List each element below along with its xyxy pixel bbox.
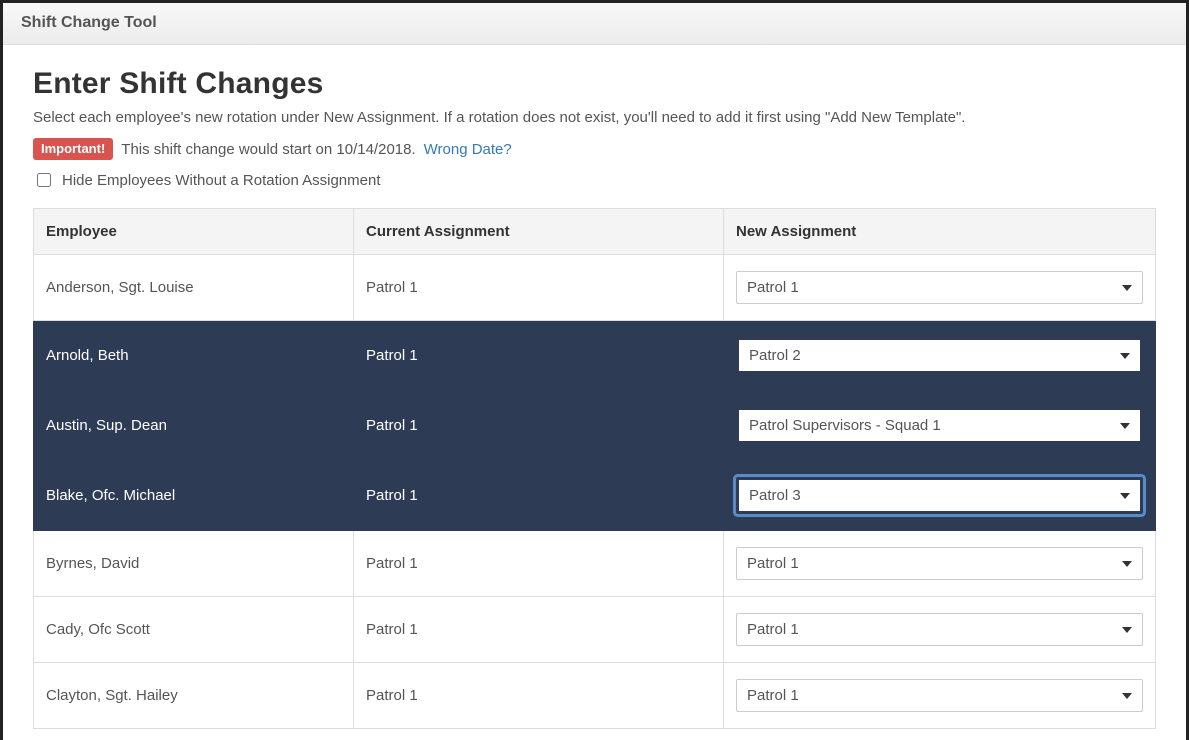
important-row: Important! This shift change would start… <box>33 138 1156 160</box>
new-assignment-select[interactable]: Patrol 1Patrol 2Patrol 3Patrol Superviso… <box>736 679 1143 712</box>
current-assignment-cell: Patrol 1 <box>354 461 724 531</box>
new-assignment-cell: Patrol 1Patrol 2Patrol 3Patrol Superviso… <box>724 531 1156 597</box>
current-assignment-cell: Patrol 1 <box>354 391 724 461</box>
page-content: Enter Shift Changes Select each employee… <box>3 45 1186 729</box>
new-assignment-cell: Patrol 1Patrol 2Patrol 3Patrol Superviso… <box>724 663 1156 729</box>
current-assignment-cell: Patrol 1 <box>354 597 724 663</box>
table-row: Clayton, Sgt. HaileyPatrol 1 Patrol 1Patr… <box>34 663 1156 729</box>
important-badge: Important! <box>33 138 113 160</box>
assignment-table: Employee Current Assignment New Assignme… <box>33 208 1156 729</box>
wrong-date-link[interactable]: Wrong Date? <box>424 141 512 158</box>
col-header-current: Current Assignment <box>354 209 724 255</box>
new-assignment-cell: Patrol 1Patrol 2Patrol 3Patrol Superviso… <box>724 597 1156 663</box>
hide-employees-checkbox[interactable] <box>37 173 51 187</box>
table-row: Anderson, Sgt. LouisePatrol 1 Patrol 1Pat… <box>34 255 1156 321</box>
new-assignment-cell: Patrol 1Patrol 2Patrol 3Patrol Superviso… <box>724 391 1156 461</box>
table-row: Austin, Sup. DeanPatrol 1 Patrol 1Patrol … <box>34 391 1156 461</box>
employee-cell: Blake, Ofc. Michael <box>34 461 354 531</box>
new-assignment-select[interactable]: Patrol 1Patrol 2Patrol 3Patrol Superviso… <box>736 477 1143 514</box>
current-assignment-cell: Patrol 1 <box>354 663 724 729</box>
page-title: Enter Shift Changes <box>33 67 1156 101</box>
new-assignment-select[interactable]: Patrol 1Patrol 2Patrol 3Patrol Superviso… <box>736 337 1143 374</box>
employee-cell: Byrnes, David <box>34 531 354 597</box>
hide-employees-label[interactable]: Hide Employees Without a Rotation Assign… <box>62 172 381 189</box>
table-header-row: Employee Current Assignment New Assignme… <box>34 209 1156 255</box>
important-text: This shift change would start on 10/14/2… <box>121 141 415 158</box>
hide-employees-row: Hide Employees Without a Rotation Assign… <box>33 170 1156 190</box>
employee-cell: Cady, Ofc Scott <box>34 597 354 663</box>
current-assignment-cell: Patrol 1 <box>354 321 724 391</box>
new-assignment-select[interactable]: Patrol 1Patrol 2Patrol 3Patrol Superviso… <box>736 407 1143 444</box>
col-header-new: New Assignment <box>724 209 1156 255</box>
new-assignment-cell: Patrol 1Patrol 2Patrol 3Patrol Superviso… <box>724 255 1156 321</box>
tool-header: Shift Change Tool <box>3 3 1186 45</box>
instructions-text: Select each employee's new rotation unde… <box>33 109 1156 126</box>
table-row: Byrnes, DavidPatrol 1 Patrol 1Patrol 2Pat… <box>34 531 1156 597</box>
table-row: Blake, Ofc. MichaelPatrol 1 Patrol 1Patro… <box>34 461 1156 531</box>
new-assignment-cell: Patrol 1Patrol 2Patrol 3Patrol Superviso… <box>724 321 1156 391</box>
tool-title: Shift Change Tool <box>21 14 157 31</box>
employee-cell: Anderson, Sgt. Louise <box>34 255 354 321</box>
col-header-employee: Employee <box>34 209 354 255</box>
assignment-tbody: Anderson, Sgt. LouisePatrol 1Patrol 1Pat… <box>34 255 1156 729</box>
table-row: Cady, Ofc ScottPatrol 1 Patrol 1Patrol 2P… <box>34 597 1156 663</box>
new-assignment-select[interactable]: Patrol 1Patrol 2Patrol 3Patrol Superviso… <box>736 613 1143 646</box>
new-assignment-select[interactable]: Patrol 1Patrol 2Patrol 3Patrol Superviso… <box>736 271 1143 304</box>
table-row: Arnold, BethPatrol 1 Patrol 1Patrol 2Patr… <box>34 321 1156 391</box>
current-assignment-cell: Patrol 1 <box>354 531 724 597</box>
current-assignment-cell: Patrol 1 <box>354 255 724 321</box>
new-assignment-select[interactable]: Patrol 1Patrol 2Patrol 3Patrol Superviso… <box>736 547 1143 580</box>
new-assignment-cell: Patrol 1Patrol 2Patrol 3Patrol Superviso… <box>724 461 1156 531</box>
employee-cell: Arnold, Beth <box>34 321 354 391</box>
employee-cell: Austin, Sup. Dean <box>34 391 354 461</box>
employee-cell: Clayton, Sgt. Hailey <box>34 663 354 729</box>
